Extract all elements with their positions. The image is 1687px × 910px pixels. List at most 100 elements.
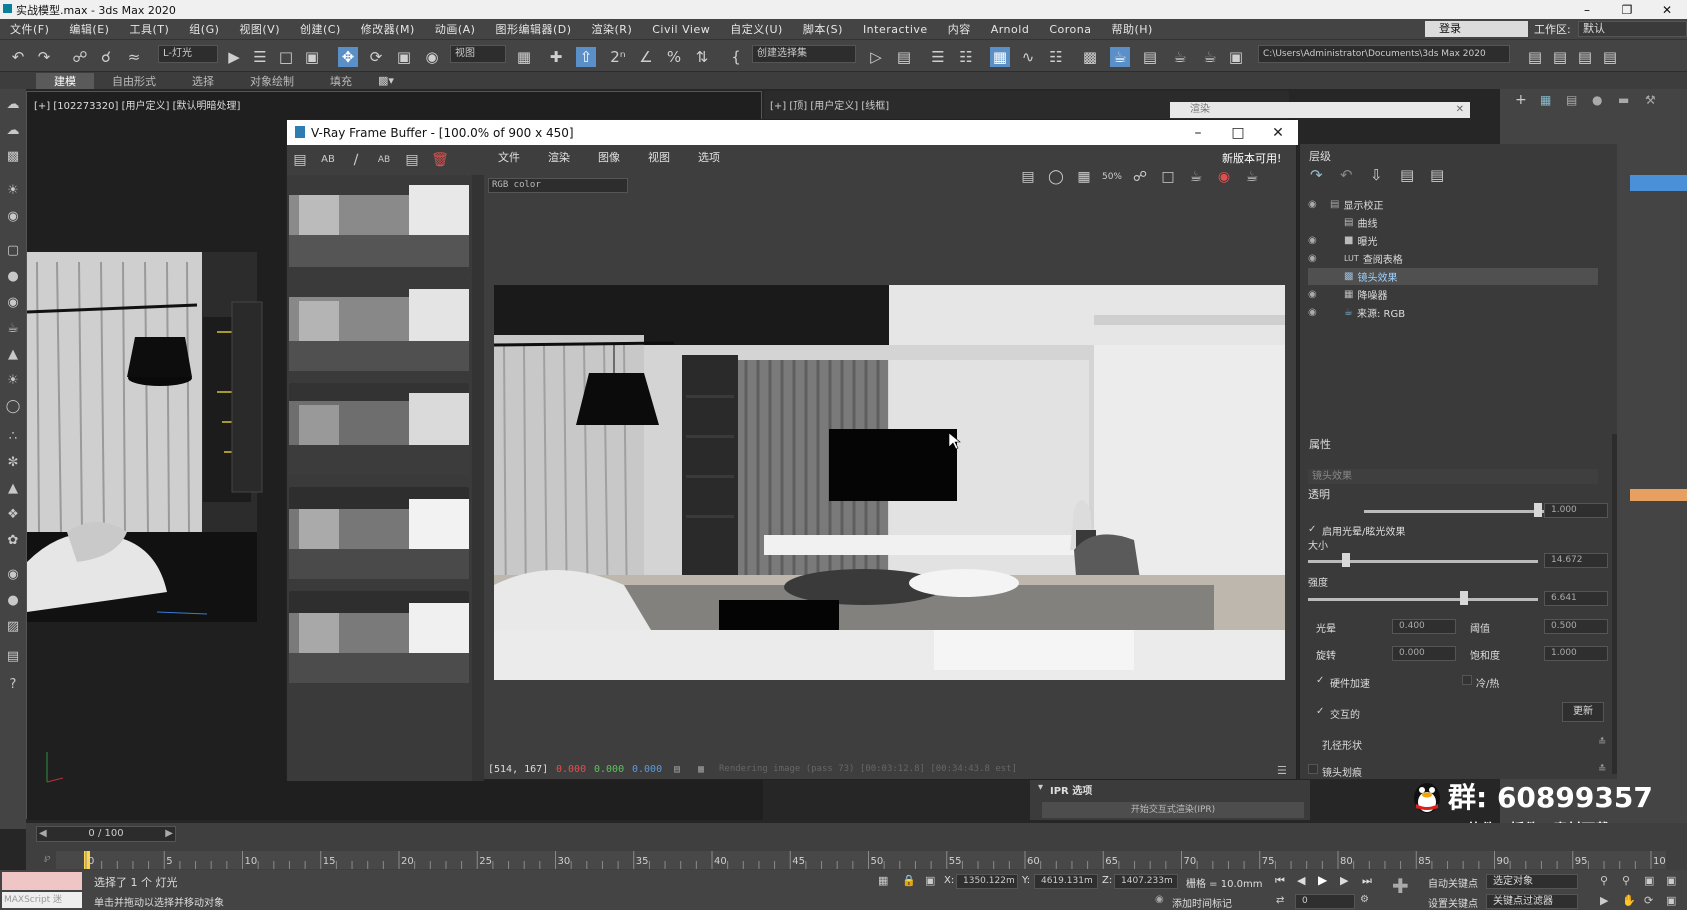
- history-thumb[interactable]: [289, 175, 469, 267]
- helpers-icon[interactable]: ▲: [4, 481, 22, 497]
- curve-editor-icon[interactable]: ∿: [1018, 47, 1038, 67]
- menu-help[interactable]: 帮助(H): [1101, 21, 1162, 37]
- render-icon[interactable]: ▩: [4, 149, 22, 165]
- time-tag-icon[interactable]: ◉: [1155, 894, 1164, 905]
- render-setup-icon[interactable]: ☕: [1110, 47, 1130, 67]
- layer-explorer-icon[interactable]: ☷: [956, 47, 976, 67]
- size-value[interactable]: 14.672: [1544, 553, 1608, 568]
- manipulate-icon[interactable]: ✚: [546, 47, 566, 67]
- add-layer-icon[interactable]: ↷: [1310, 166, 1323, 184]
- vfb-maximize-button[interactable]: □: [1218, 120, 1258, 145]
- bloom-value[interactable]: 0.400: [1392, 619, 1456, 634]
- world-icon[interactable]: ◉: [4, 567, 22, 583]
- layer-item[interactable]: ▤ 曲线: [1308, 214, 1598, 231]
- spinner-snap-icon[interactable]: ⇅: [692, 47, 712, 67]
- project-folder-icon[interactable]: ▤: [1525, 47, 1545, 67]
- menu-edit[interactable]: 编辑(E): [59, 21, 119, 37]
- status-color-icon[interactable]: ▤: [674, 764, 680, 775]
- set-key-icon[interactable]: ✚: [1392, 874, 1409, 898]
- intensity-knob[interactable]: [1460, 591, 1468, 605]
- help-icon[interactable]: ?: [4, 677, 22, 693]
- cold-warm-checkbox[interactable]: [1462, 675, 1472, 685]
- x-coord[interactable]: 1350.122m: [956, 874, 1018, 889]
- ipr-start-button[interactable]: 开始交互式渲染(IPR): [1042, 802, 1304, 818]
- redo-icon[interactable]: ↷: [34, 47, 54, 67]
- time-config-icon[interactable]: ⚙: [1360, 894, 1369, 905]
- layer-manager-icon[interactable]: ▤: [1575, 47, 1595, 67]
- minimize-button[interactable]: –: [1567, 0, 1607, 19]
- menu-tools[interactable]: 工具(T): [119, 21, 179, 37]
- zoom-50-button[interactable]: 50%: [1101, 166, 1123, 188]
- menu-modifiers[interactable]: 修改器(M): [351, 21, 425, 37]
- key-filter-button[interactable]: 关键点过滤器: [1486, 894, 1578, 909]
- particles-icon[interactable]: ∴: [4, 429, 22, 445]
- opacity-value[interactable]: 1.000: [1544, 503, 1608, 518]
- interactive-checkbox[interactable]: ✓: [1316, 706, 1324, 717]
- torus-icon[interactable]: ◯: [4, 399, 22, 415]
- motion-tab-icon[interactable]: ●: [1592, 93, 1602, 107]
- history-thumb[interactable]: [289, 383, 469, 475]
- vfb-menu-file[interactable]: 文件: [484, 149, 534, 165]
- select-move-icon[interactable]: ✥: [338, 47, 358, 67]
- login-dropdown[interactable]: 登录: [1425, 21, 1528, 37]
- save-image-icon[interactable]: ▤: [1017, 166, 1039, 188]
- vfb-menu-view[interactable]: 视图: [634, 149, 684, 165]
- history-thumb[interactable]: [289, 487, 469, 579]
- region-render-icon[interactable]: ▦: [1073, 166, 1095, 188]
- maximize-button[interactable]: ❐: [1607, 0, 1647, 19]
- eye-icon[interactable]: ◉: [1308, 253, 1330, 264]
- cylinder-icon[interactable]: ◉: [4, 295, 22, 311]
- lock-icon[interactable]: 🔒: [902, 874, 916, 887]
- workspace-dropdown[interactable]: 默认: [1578, 21, 1687, 37]
- history-ab-icon[interactable]: AB: [317, 149, 339, 171]
- menu-animation[interactable]: 动画(A): [425, 21, 486, 37]
- menu-file[interactable]: 文件(F): [0, 21, 59, 37]
- prev-frame-icon[interactable]: ◀: [1297, 874, 1305, 887]
- time-prev-icon[interactable]: ◀: [39, 827, 47, 841]
- display-tab-icon[interactable]: ▬: [1618, 93, 1629, 107]
- doc-icon[interactable]: ▤: [4, 649, 22, 665]
- render-iterative-icon[interactable]: ☕: [1200, 47, 1220, 67]
- render-setup-window[interactable]: 渲染 ✕: [1170, 102, 1470, 118]
- ribbon-options-icon[interactable]: ▩▾: [370, 74, 394, 87]
- render-cloud-icon[interactable]: ▣: [1226, 47, 1246, 67]
- viewport1-label[interactable]: [+] [102273320] [用户定义] [默认明暗处理]: [34, 97, 240, 112]
- hw-accel-checkbox[interactable]: ✓: [1316, 675, 1324, 686]
- load-layers-icon[interactable]: ▤: [1400, 166, 1414, 184]
- zoom-all-icon[interactable]: ⚲: [1622, 874, 1630, 887]
- save-layers-icon[interactable]: ⇩: [1370, 166, 1383, 184]
- render-production-icon[interactable]: ☕: [1170, 47, 1190, 67]
- viewport2-label[interactable]: [+] [顶] [用户定义] [线框]: [770, 97, 889, 112]
- autokey-button[interactable]: 自动关键点: [1428, 875, 1478, 890]
- size-knob[interactable]: [1342, 553, 1350, 567]
- vfb-close-button[interactable]: ✕: [1258, 120, 1298, 145]
- ref-coord-dropdown[interactable]: 视图: [450, 45, 506, 63]
- current-frame-field[interactable]: 0: [1295, 894, 1355, 909]
- threshold-value[interactable]: 0.500: [1544, 619, 1608, 634]
- rect-selection-icon[interactable]: □: [276, 47, 296, 67]
- keyboard-shortcut-override-icon[interactable]: ⇧: [576, 47, 596, 67]
- project-path-dropdown[interactable]: C:\Users\Administrator\Documents\3ds Max…: [1258, 45, 1510, 63]
- history-thumb[interactable]: [289, 279, 469, 371]
- render-icon-vfb[interactable]: ☕: [1241, 166, 1263, 188]
- create-panel-icon[interactable]: ☁: [4, 97, 22, 113]
- cone-icon[interactable]: ▲: [4, 347, 22, 363]
- pivot-center-icon[interactable]: ▦: [514, 47, 534, 67]
- unlink-icon[interactable]: ☌: [96, 47, 116, 67]
- orbit-icon[interactable]: ⟳: [1644, 894, 1653, 907]
- menu-group[interactable]: 组(G): [179, 21, 229, 37]
- create-tab-icon[interactable]: +: [1515, 92, 1527, 108]
- opacity-knob[interactable]: [1534, 503, 1542, 517]
- fov-icon[interactable]: ▶: [1600, 894, 1608, 907]
- rendered-frame-icon[interactable]: ▤: [1140, 47, 1160, 67]
- channel-dropdown[interactable]: RGB color: [488, 178, 628, 193]
- history-scrollbar[interactable]: [472, 175, 484, 781]
- status-info-icon[interactable]: ▦: [698, 764, 704, 775]
- menu-content[interactable]: 内容: [938, 21, 981, 37]
- eye-icon[interactable]: ◉: [1308, 289, 1330, 300]
- layer-item[interactable]: ◉ ▤ 显示校正: [1308, 196, 1598, 213]
- layer-add-icon[interactable]: ▤: [1550, 47, 1570, 67]
- key-target-dropdown[interactable]: 选定对象: [1486, 874, 1578, 889]
- angle-snap-icon[interactable]: ∠: [636, 47, 656, 67]
- tab-object-paint[interactable]: 对象绘制: [232, 73, 312, 89]
